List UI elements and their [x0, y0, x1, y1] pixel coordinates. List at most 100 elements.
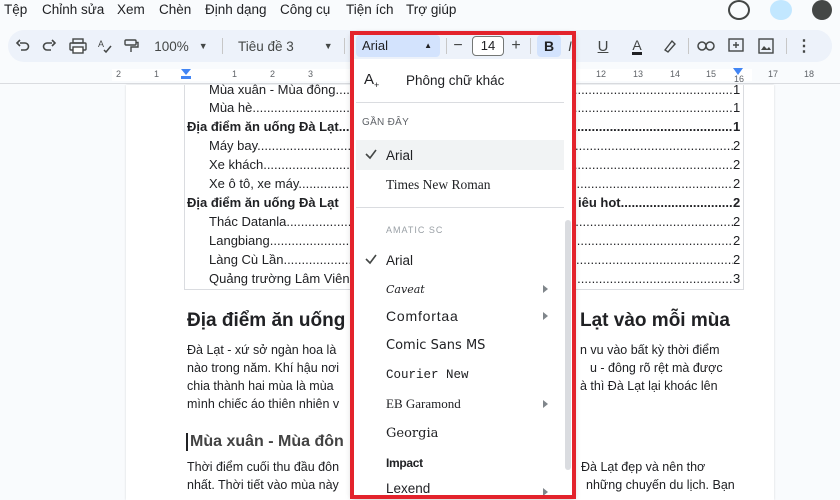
- more-fonts-item[interactable]: A+ Phông chữ khác: [356, 64, 564, 96]
- toc-page-number: 2: [733, 138, 741, 153]
- ruler-number: 18: [804, 69, 815, 79]
- history-icon[interactable]: [728, 0, 750, 20]
- menu-tools[interactable]: Công cụ: [280, 2, 330, 17]
- toolbar-divider: [344, 38, 345, 54]
- text-color-button[interactable]: A: [626, 30, 648, 62]
- menu-edit[interactable]: Chỉnh sửa: [42, 2, 104, 17]
- font-name: Arial: [386, 252, 414, 268]
- zoom-select[interactable]: 100% ▼: [154, 30, 208, 62]
- menu-divider: [356, 102, 564, 103]
- italic-button[interactable]: I: [566, 30, 574, 62]
- font-name: Arial: [386, 147, 414, 163]
- heading-2-tail: Lạt vào mỗi mùa: [580, 310, 730, 331]
- meet-icon[interactable]: [812, 0, 832, 20]
- toc-page-number: 3: [733, 271, 741, 286]
- toc-page-number: 2: [733, 233, 741, 248]
- paint-format-icon[interactable]: [120, 30, 142, 62]
- increase-font-size-button[interactable]: +: [508, 30, 524, 62]
- font-item-amatic[interactable]: Amatic SC: [356, 215, 564, 245]
- font-name: Caveat: [386, 282, 425, 296]
- toolbar-divider: [446, 38, 447, 54]
- font-list-scrollbar[interactable]: [565, 220, 571, 470]
- link-icon[interactable]: [694, 30, 718, 62]
- paragraph-line: nhất. Thời tiết vào mùa này: [187, 478, 339, 492]
- paragraph-line: chia thành hai mùa là mùa: [187, 379, 334, 393]
- add-comment-icon[interactable]: [724, 30, 748, 62]
- heading-3: Mùa xuân - Mùa đôn: [190, 433, 344, 450]
- svg-text:A: A: [98, 39, 104, 49]
- paragraph-line: những chuyến du lịch. Bạn: [586, 478, 735, 492]
- ruler-number: 15: [706, 69, 717, 79]
- check-icon: [365, 254, 377, 265]
- toolbar-divider: [222, 38, 223, 54]
- submenu-arrow-icon: [543, 400, 548, 408]
- underline-button[interactable]: U: [592, 30, 614, 62]
- toolbar-divider: [530, 38, 531, 54]
- indent-marker-icon[interactable]: [180, 68, 192, 80]
- paragraph-line: Đà Lạt - xứ sở ngàn hoa là: [187, 343, 337, 357]
- paragraph-line: à thì Đà Lạt lại khoác lên: [580, 379, 718, 393]
- submenu-arrow-icon: [543, 285, 548, 293]
- recent-font-times[interactable]: Times New Roman: [356, 170, 564, 200]
- font-item-comic-sans[interactable]: Comic Sans MS: [356, 330, 564, 360]
- spellcheck-icon[interactable]: A: [94, 30, 116, 62]
- font-name: Impact: [386, 456, 423, 470]
- comments-icon[interactable]: [770, 0, 792, 20]
- font-item-comfortaa[interactable]: Comfortaa: [356, 301, 564, 331]
- toc-page-number: 1: [733, 82, 741, 97]
- toc-page-number: 2: [733, 176, 741, 191]
- font-item-lexend[interactable]: Lexend: [356, 477, 564, 497]
- menu-divider: [356, 207, 564, 208]
- menu-view[interactable]: Xem: [117, 2, 145, 17]
- font-item-arial[interactable]: Arial: [356, 245, 564, 275]
- recent-font-arial[interactable]: Arial: [356, 140, 564, 170]
- font-name: Amatic SC: [386, 225, 444, 235]
- chevron-down-icon: ▼: [323, 41, 333, 51]
- print-icon[interactable]: [66, 30, 90, 62]
- menu-help[interactable]: Trợ giúp: [406, 2, 456, 17]
- check-icon: [365, 149, 377, 160]
- decrease-font-size-button[interactable]: −: [450, 30, 466, 62]
- text-color-label: A: [632, 36, 642, 55]
- toc-entry-tail[interactable]: iêu hot.................................…: [578, 195, 733, 210]
- chevron-up-icon: ▲: [424, 41, 432, 50]
- font-name: Georgia: [386, 425, 439, 441]
- toc-page-number: 1: [733, 119, 741, 134]
- redo-icon[interactable]: [38, 30, 60, 62]
- font-name: Courier New: [386, 368, 469, 382]
- font-item-eb-garamond[interactable]: EB Garamond: [356, 389, 564, 419]
- toc-entry[interactable]: Địa điểm ăn uống Đà Lạt: [187, 195, 357, 210]
- font-item-georgia[interactable]: Georgia: [356, 418, 564, 448]
- paragraph-line: Đà Lạt đẹp và nên thơ: [581, 460, 706, 474]
- ruler-number: 2: [270, 69, 276, 79]
- ruler-number: 3: [308, 69, 314, 79]
- more-options-icon[interactable]: ⋮: [794, 30, 814, 62]
- style-select[interactable]: Tiêu đề 3 ▼: [230, 30, 338, 62]
- paragraph-line: n vu vào bất kỳ thời điểm: [580, 343, 720, 357]
- font-size-input[interactable]: 14: [472, 36, 504, 56]
- font-item-caveat[interactable]: Caveat: [356, 274, 564, 304]
- menu-insert[interactable]: Chèn: [159, 2, 191, 17]
- font-item-courier[interactable]: Courier New: [356, 360, 564, 390]
- style-value: Tiêu đề 3: [238, 38, 294, 54]
- ruler-number: 13: [633, 69, 644, 79]
- menu-file[interactable]: Tệp: [4, 2, 27, 17]
- paragraph-line: nào trong năm. Khí hậu nơi: [187, 361, 340, 375]
- menu-extensions[interactable]: Tiện ích: [346, 2, 394, 17]
- ruler-number: 12: [596, 69, 607, 79]
- menu-format[interactable]: Định dạng: [205, 2, 267, 17]
- highlight-icon[interactable]: [658, 30, 680, 62]
- font-select[interactable]: Arial ▲: [356, 35, 440, 57]
- font-item-impact[interactable]: Impact: [356, 448, 564, 478]
- font-name: EB Garamond: [386, 396, 461, 411]
- bold-button[interactable]: B: [537, 35, 561, 57]
- toc-page-number: 2: [733, 157, 741, 172]
- more-fonts-label: Phông chữ khác: [406, 72, 505, 88]
- paragraph-line: mình chiếc áo thiên nhiên v: [187, 397, 340, 411]
- undo-icon[interactable]: [12, 30, 34, 62]
- font-name: Times New Roman: [386, 177, 491, 192]
- font-name: Lexend: [386, 481, 431, 496]
- submenu-arrow-icon: [543, 312, 548, 320]
- paragraph-line: Thời điểm cuối thu đầu đôn: [187, 460, 340, 474]
- insert-image-icon[interactable]: [754, 30, 778, 62]
